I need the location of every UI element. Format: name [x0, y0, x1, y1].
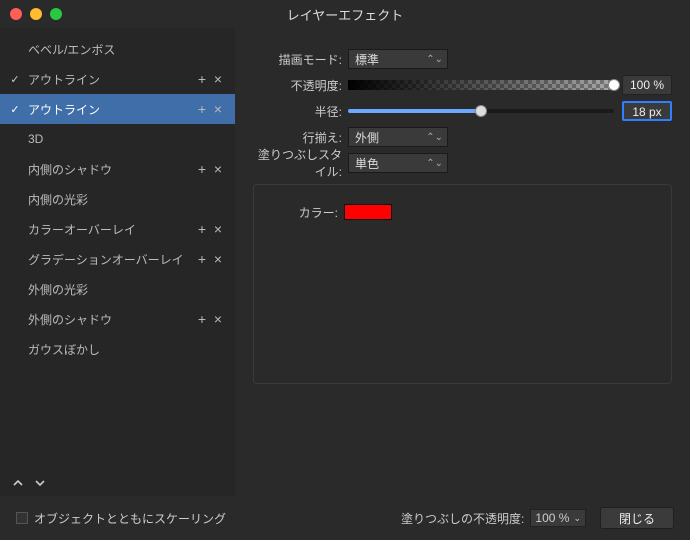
fill-style-label: 塗りつぶしスタイル:: [253, 146, 348, 180]
opacity-value[interactable]: 100 %: [622, 75, 672, 95]
add-effect-icon[interactable]: +: [195, 252, 209, 266]
radius-label: 半径:: [253, 103, 348, 120]
effect-row[interactable]: ✓アウトライン+×: [0, 64, 235, 94]
close-button[interactable]: 閉じる: [600, 507, 674, 529]
add-effect-icon[interactable]: +: [195, 162, 209, 176]
effect-label: ベベル/エンボス: [24, 41, 225, 58]
fill-settings-panel: カラー:: [253, 184, 672, 384]
effect-settings-panel: 描画モード: 標準 ⌃⌄ 不透明度: 100 %: [235, 28, 690, 496]
add-effect-icon[interactable]: +: [195, 312, 209, 326]
effects-sidebar: ベベル/エンボス✓アウトライン+×✓アウトライン+×3D内側のシャドウ+×内側の…: [0, 28, 235, 496]
radius-slider-knob[interactable]: [475, 105, 487, 117]
settings-form: 描画モード: 標準 ⌃⌄ 不透明度: 100 %: [253, 46, 672, 384]
effect-label: 3D: [24, 132, 225, 146]
alignment-label: 行揃え:: [253, 129, 348, 146]
effect-label: 内側の光彩: [24, 191, 225, 208]
footer: オブジェクトとともにスケーリング 塗りつぶしの不透明度: 100 % ⌄ 閉じる: [0, 496, 690, 540]
opacity-label: 不透明度:: [253, 77, 348, 94]
blend-mode-select[interactable]: 標準 ⌃⌄: [348, 49, 448, 69]
effect-label: 外側のシャドウ: [24, 311, 195, 328]
color-label: カラー:: [264, 204, 344, 221]
effect-ops: +×: [195, 102, 225, 116]
fill-opacity-stepper[interactable]: 100 % ⌄: [530, 509, 586, 527]
effect-ops: +×: [195, 72, 225, 86]
effect-row[interactable]: ベベル/エンボス: [0, 34, 235, 64]
add-effect-icon[interactable]: +: [195, 72, 209, 86]
fill-style-value: 単色: [355, 155, 379, 172]
effects-list: ベベル/エンボス✓アウトライン+×✓アウトライン+×3D内側のシャドウ+×内側の…: [0, 28, 235, 470]
window-title: レイヤーエフェクト: [0, 5, 690, 24]
sidebar-reorder-controls: [0, 470, 235, 496]
effect-row[interactable]: 3D: [0, 124, 235, 154]
effect-ops: +×: [195, 312, 225, 326]
close-button-label: 閉じる: [619, 510, 655, 527]
add-effect-icon[interactable]: +: [195, 222, 209, 236]
effect-row[interactable]: 外側の光彩: [0, 274, 235, 304]
move-down-button[interactable]: [32, 475, 48, 491]
color-well[interactable]: [344, 204, 392, 220]
remove-effect-icon[interactable]: ×: [211, 222, 225, 236]
effect-row[interactable]: 内側のシャドウ+×: [0, 154, 235, 184]
effect-ops: +×: [195, 162, 225, 176]
chevron-down-icon: ⌄: [573, 513, 581, 524]
remove-effect-icon[interactable]: ×: [211, 72, 225, 86]
effect-ops: +×: [195, 252, 225, 266]
effect-label: 外側の光彩: [24, 281, 225, 298]
fill-style-select[interactable]: 単色 ⌃⌄: [348, 153, 448, 173]
effect-label: アウトライン: [24, 101, 195, 118]
radius-value[interactable]: 18 px: [622, 101, 672, 121]
remove-effect-icon[interactable]: ×: [211, 102, 225, 116]
effect-checkbox[interactable]: ✓: [6, 73, 24, 86]
alignment-select[interactable]: 外側 ⌃⌄: [348, 127, 448, 147]
checkbox-icon: [16, 512, 28, 524]
radius-slider[interactable]: [348, 105, 614, 117]
remove-effect-icon[interactable]: ×: [211, 162, 225, 176]
effect-row[interactable]: ガウスぼかし: [0, 334, 235, 364]
blend-mode-label: 描画モード:: [253, 51, 348, 68]
scale-with-object-checkbox[interactable]: オブジェクトとともにスケーリング: [16, 510, 226, 527]
opacity-slider[interactable]: [348, 79, 614, 91]
effect-label: アウトライン: [24, 71, 195, 88]
fill-opacity-label: 塗りつぶしの不透明度:: [401, 510, 524, 527]
chevron-updown-icon: ⌃⌄: [426, 132, 443, 143]
remove-effect-icon[interactable]: ×: [211, 252, 225, 266]
remove-effect-icon[interactable]: ×: [211, 312, 225, 326]
layer-effects-window: レイヤーエフェクト ベベル/エンボス✓アウトライン+×✓アウトライン+×3D内側…: [0, 0, 690, 540]
scale-with-object-label: オブジェクトとともにスケーリング: [34, 510, 226, 527]
window-body: ベベル/エンボス✓アウトライン+×✓アウトライン+×3D内側のシャドウ+×内側の…: [0, 28, 690, 496]
chevron-updown-icon: ⌃⌄: [426, 54, 443, 65]
effect-checkbox[interactable]: ✓: [6, 103, 24, 116]
fill-opacity-value: 100 %: [535, 511, 569, 525]
effect-label: グラデーションオーバーレイ: [24, 251, 195, 268]
effect-label: カラーオーバーレイ: [24, 221, 195, 238]
effect-label: ガウスぼかし: [24, 341, 225, 358]
effect-row[interactable]: 内側の光彩: [0, 184, 235, 214]
add-effect-icon[interactable]: +: [195, 102, 209, 116]
move-up-button[interactable]: [10, 475, 26, 491]
blend-mode-value: 標準: [355, 51, 379, 68]
opacity-slider-knob[interactable]: [608, 79, 620, 91]
effect-row[interactable]: 外側のシャドウ+×: [0, 304, 235, 334]
effect-row[interactable]: ✓アウトライン+×: [0, 94, 235, 124]
effect-row[interactable]: グラデーションオーバーレイ+×: [0, 244, 235, 274]
effect-label: 内側のシャドウ: [24, 161, 195, 178]
chevron-updown-icon: ⌃⌄: [426, 158, 443, 169]
effect-row[interactable]: カラーオーバーレイ+×: [0, 214, 235, 244]
alignment-value: 外側: [355, 129, 379, 146]
effect-ops: +×: [195, 222, 225, 236]
titlebar: レイヤーエフェクト: [0, 0, 690, 28]
